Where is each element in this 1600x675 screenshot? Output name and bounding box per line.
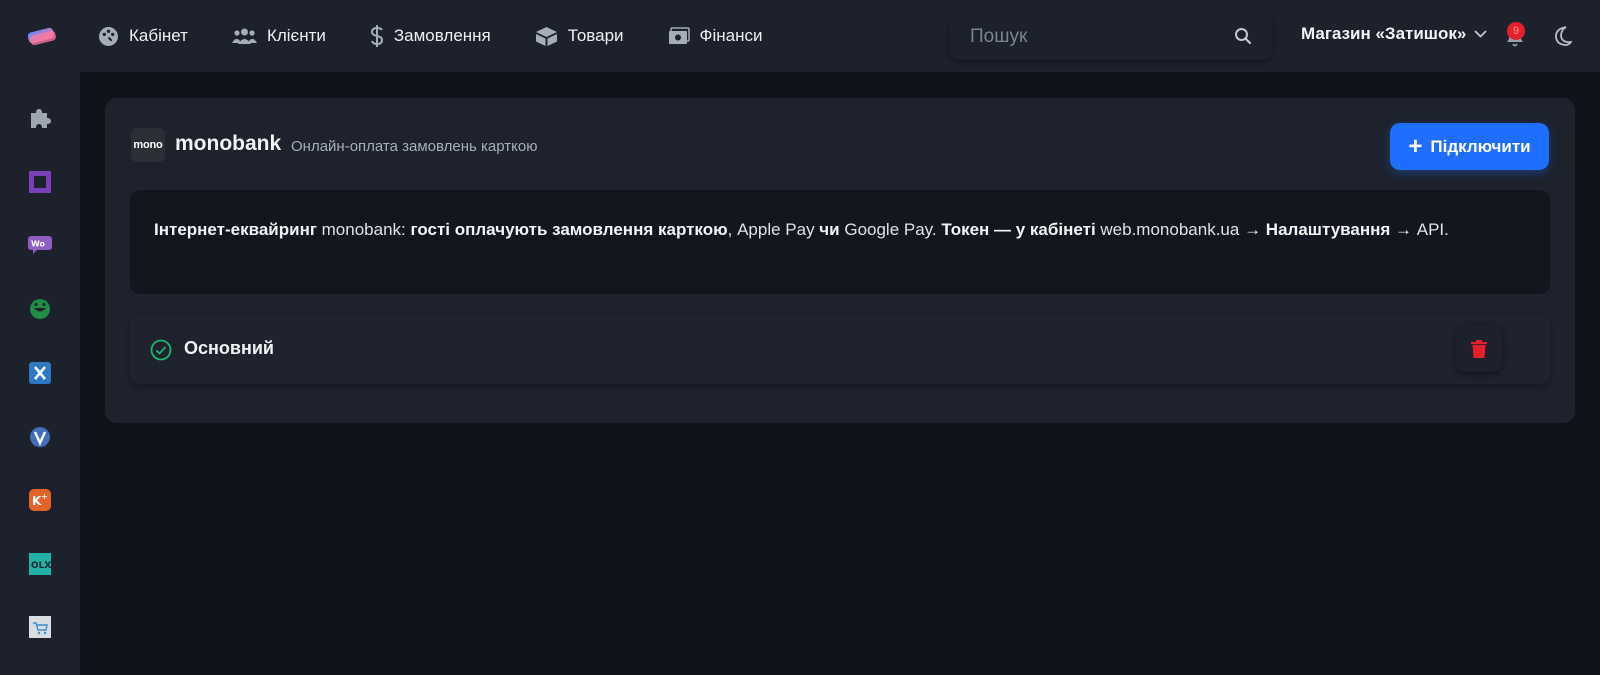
happy-face-icon — [30, 299, 50, 319]
nav-item-orders[interactable]: Замовлення — [370, 25, 491, 47]
integration-subtitle: Онлайн-оплата замовлень карткою — [291, 138, 538, 155]
sidebar-item-x[interactable] — [28, 361, 52, 385]
box-icon — [535, 26, 557, 46]
dollar-icon — [370, 25, 383, 47]
search-icon[interactable] — [1234, 27, 1252, 45]
plus-icon: + — [1408, 132, 1423, 160]
sidebar-item-plugins[interactable] — [28, 106, 52, 130]
check-circle-icon — [150, 339, 172, 361]
palette-icon — [99, 26, 118, 46]
nav-item-cabinet[interactable]: Кабінет — [98, 26, 188, 47]
store-selector[interactable]: Магазин «Затишок» — [1301, 24, 1487, 44]
info-text: web.monobank.ua — [1095, 220, 1245, 239]
integration-name: monobank — [175, 132, 282, 155]
trash-icon — [1471, 340, 1487, 358]
info-text: чи — [819, 220, 840, 239]
nav-item-label: Товари — [567, 26, 624, 45]
money-icon — [668, 27, 690, 44]
info-text: Google Pay. — [839, 220, 942, 239]
monobank-logo: mono — [131, 128, 165, 162]
account-row: Основний — [130, 314, 1550, 384]
connect-button[interactable]: + Підключити — [1390, 123, 1549, 170]
k-plus-icon: K + — [29, 489, 51, 511]
integration-info: Інтернет-еквайринг monobank: гості оплач… — [130, 190, 1550, 294]
search-box — [950, 14, 1272, 60]
info-text: , Apple Pay — [727, 220, 820, 239]
nav-item-products[interactable]: Товари — [535, 26, 624, 47]
delete-button[interactable] — [1456, 326, 1502, 372]
integration-card: mono monobank Онлайн-оплата замовлень ка… — [105, 98, 1575, 423]
info-text: Інтернет-еквайринг — [154, 220, 317, 239]
sidebar-item-k-plus[interactable]: K + — [28, 488, 52, 512]
info-text: гості оплачують замовлення карткою — [410, 220, 728, 239]
search-input[interactable] — [950, 26, 1220, 48]
svg-text:Wo: Wo — [31, 240, 46, 249]
notification-badge: 9 — [1507, 22, 1525, 40]
info-text: Токен — у кабінеті — [941, 220, 1096, 239]
olx-icon: OLX — [29, 553, 51, 575]
square-icon — [29, 171, 51, 193]
info-text: → Налаштування → — [1244, 220, 1413, 239]
info-text: monobank: — [316, 220, 411, 239]
cart-icon — [29, 616, 51, 638]
sidebar-item-happy-face[interactable] — [28, 297, 52, 321]
info-text: API. — [1412, 220, 1449, 239]
users-icon — [231, 28, 257, 44]
puzzle-icon — [31, 109, 51, 128]
main-nav: Кабінет Клієнти Замовлення Товари Фінанс… — [98, 0, 806, 72]
top-bar: Кабінет Клієнти Замовлення Товари Фінанс… — [0, 0, 1600, 72]
sidebar-item-olx[interactable]: OLX — [28, 552, 52, 576]
chevron-down-icon — [1474, 30, 1487, 38]
sidebar: Wo K + OLX — [0, 72, 80, 675]
store-name: Магазин «Затишок» — [1301, 24, 1467, 43]
shield-icon — [30, 427, 50, 447]
x-icon — [29, 362, 51, 384]
moon-icon[interactable] — [1552, 25, 1572, 47]
nav-item-label: Замовлення — [393, 26, 491, 45]
svg-text:+: + — [41, 492, 48, 501]
nav-item-clients[interactable]: Клієнти — [231, 26, 326, 46]
sidebar-item-square[interactable] — [28, 170, 52, 194]
sidebar-item-woocommerce[interactable]: Wo — [28, 233, 52, 257]
nav-item-label: Кабінет — [129, 26, 188, 45]
sidebar-item-shield[interactable] — [28, 425, 52, 449]
connect-button-label: Підключити — [1430, 136, 1531, 156]
svg-text:OLX: OLX — [31, 561, 51, 571]
app-logo-icon[interactable] — [26, 24, 58, 48]
nav-item-label: Клієнти — [266, 26, 326, 45]
account-label: Основний — [184, 338, 274, 358]
sidebar-item-cart[interactable] — [28, 615, 52, 639]
woocommerce-icon: Wo — [28, 236, 52, 254]
nav-item-finance[interactable]: Фінанси — [668, 26, 763, 46]
nav-item-label: Фінанси — [699, 26, 763, 45]
